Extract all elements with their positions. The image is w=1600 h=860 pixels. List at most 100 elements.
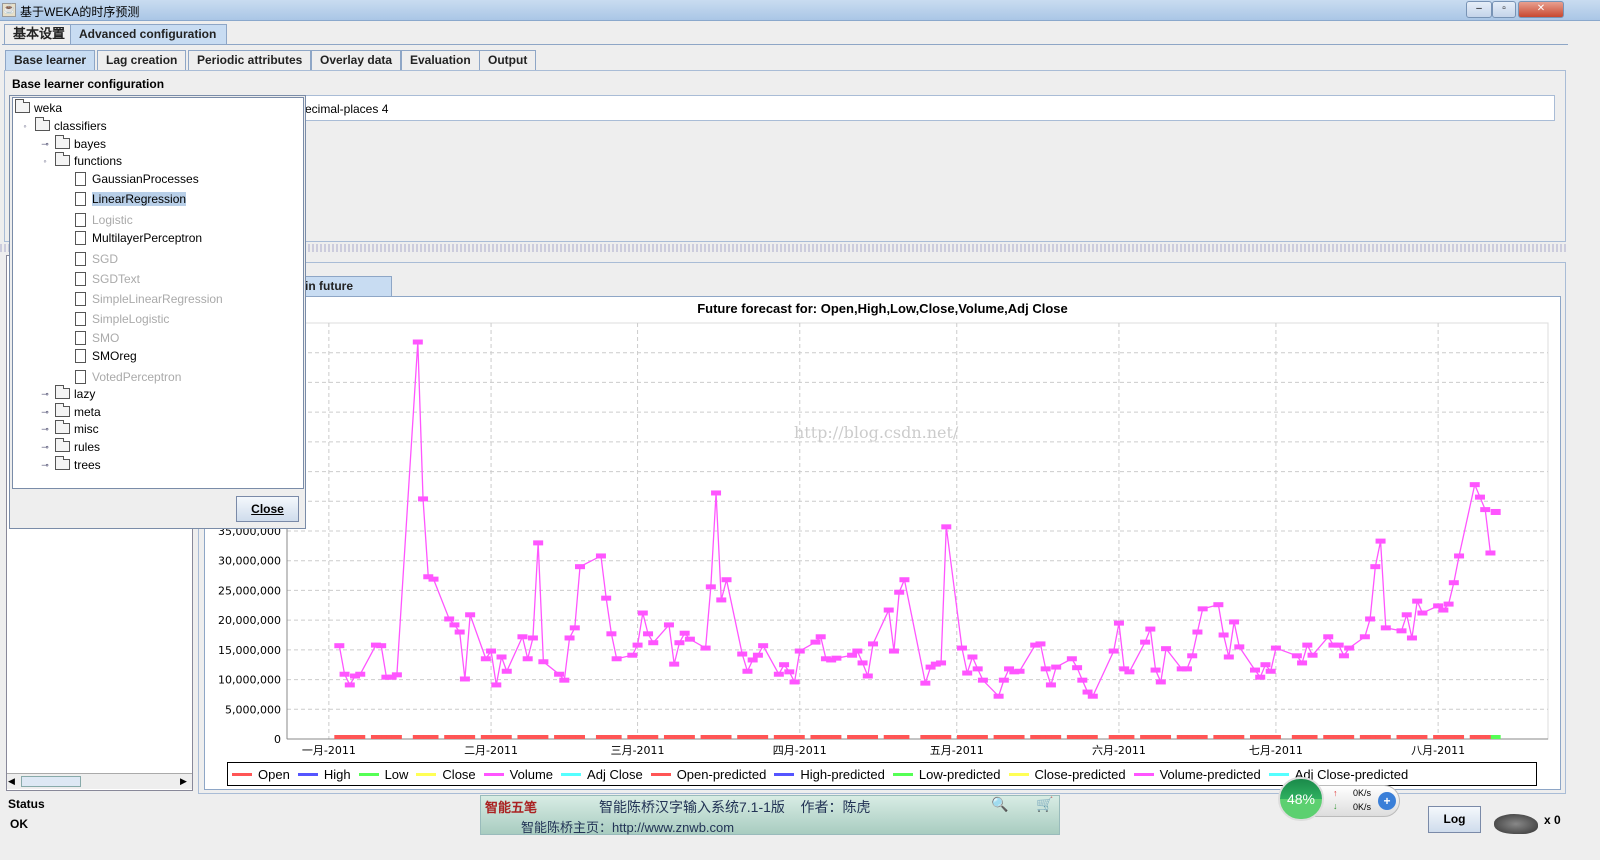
legend-label: Low: [384, 766, 409, 782]
x-tick-label: 四月-2011: [773, 744, 827, 757]
tab-base-learner[interactable]: Base learner: [5, 50, 96, 70]
add-icon[interactable]: +: [1378, 792, 1396, 810]
tree-node[interactable]: SimpleLogistic: [75, 310, 169, 328]
volume-data-point: [459, 676, 470, 682]
tab-periodic-attributes[interactable]: Periodic attributes: [188, 50, 312, 70]
open-series-marker: [538, 735, 549, 739]
tree-node[interactable]: ⊸ lazy: [41, 385, 95, 403]
file-icon: [75, 213, 86, 227]
cart-icon[interactable]: 🛒: [1036, 796, 1053, 813]
expand-icon[interactable]: ⊸: [41, 443, 49, 452]
tree-node[interactable]: GaussianProcesses: [75, 170, 199, 188]
tree-node-label: classifiers: [54, 119, 107, 133]
tab-overlay-data[interactable]: Overlay data: [311, 50, 402, 70]
maximize-button[interactable]: ▫: [1492, 1, 1516, 18]
file-icon: [75, 192, 86, 206]
search-icon[interactable]: 🔍: [991, 796, 1008, 813]
close-window-button[interactable]: ✕: [1518, 1, 1564, 18]
expand-icon[interactable]: ⊸: [41, 140, 49, 149]
tree-node[interactable]: SGD: [75, 250, 118, 268]
volume-data-point: [334, 643, 345, 649]
volume-data-point: [1333, 642, 1344, 648]
tab-lag-creation[interactable]: Lag creation: [97, 50, 187, 70]
open-series-marker: [465, 735, 476, 739]
volume-data-point: [355, 671, 366, 677]
open-series-marker: [868, 735, 879, 739]
open-series-marker: [1197, 735, 1208, 739]
ime-toolbar[interactable]: 智能五笔 智能陈桥汉字输入系统7.1-1版 作者：陈虎 智能陈桥主页：http:…: [480, 795, 1060, 835]
tree-node[interactable]: LinearRegression: [75, 190, 187, 208]
tab-basic-settings[interactable]: 基本设置: [4, 24, 75, 44]
volume-data-point: [956, 645, 967, 651]
volume-data-point: [1485, 550, 1496, 556]
tree-node[interactable]: VotedPerceptron: [75, 368, 181, 386]
upload-speed: 0K/s: [1353, 788, 1372, 798]
volume-data-point: [1474, 494, 1485, 500]
legend-swatch: [561, 772, 582, 776]
volume-data-point: [669, 661, 680, 667]
folder-icon: [55, 456, 70, 470]
memory-percent-gauge[interactable]: 48%: [1278, 777, 1324, 821]
tree-node-label: weka: [34, 101, 63, 115]
scroll-left-icon[interactable]: ◀: [8, 776, 15, 787]
open-series-marker: [831, 735, 842, 739]
expand-icon[interactable]: ⊸: [41, 461, 49, 470]
y-tick-label: 15,000,000: [218, 644, 281, 657]
tree-node[interactable]: ⊸ rules: [41, 438, 100, 456]
horizontal-scrollbar[interactable]: ◀ ▶: [7, 773, 192, 789]
volume-data-point: [810, 639, 821, 645]
volume-data-point: [1438, 607, 1449, 613]
tree-node[interactable]: SMO: [75, 329, 119, 347]
tree-node[interactable]: ⊸ trees: [41, 456, 101, 474]
volume-data-point: [742, 668, 753, 674]
tree-node[interactable]: ◦ classifiers: [23, 117, 107, 135]
open-series-marker: [501, 735, 512, 739]
volume-data-point: [972, 666, 983, 672]
volume-data-point: [480, 656, 491, 662]
volume-data-point: [1124, 669, 1135, 675]
file-icon: [75, 331, 86, 345]
tree-node[interactable]: SGDText: [75, 270, 140, 288]
volume-data-point: [1480, 507, 1491, 513]
minimize-button[interactable]: ‒: [1466, 1, 1492, 18]
tree-node[interactable]: ⊸ misc: [41, 420, 99, 438]
tree-node[interactable]: ◦ functions: [43, 152, 123, 170]
tree-node[interactable]: weka: [15, 99, 62, 117]
tree-node-label: bayes: [74, 137, 107, 151]
tree-node[interactable]: SimpleLinearRegression: [75, 290, 223, 308]
volume-data-point: [344, 682, 355, 688]
learner-config-field[interactable]: ecimal-places 4: [300, 95, 1555, 121]
y-tick-label: 10,000,000: [218, 674, 281, 687]
volume-data-point: [794, 648, 805, 654]
collapse-icon[interactable]: ◦: [41, 157, 49, 166]
scrollbar-thumb[interactable]: [21, 776, 81, 787]
tab-future-predictions[interactable]: in future pred.: [296, 276, 392, 311]
tab-advanced-configuration[interactable]: Advanced configuration: [70, 24, 227, 44]
volume-data-point: [1396, 628, 1407, 634]
volume-data-point: [1249, 667, 1260, 673]
open-series-marker: [1417, 735, 1428, 739]
scroll-right-icon[interactable]: ▶: [180, 776, 187, 787]
close-button[interactable]: Close: [236, 496, 299, 522]
tab-evaluation[interactable]: Evaluation: [401, 50, 480, 70]
classifier-tree[interactable]: weka ◦ classifiers ⊸ bayes ◦ functions Gaussian…: [12, 97, 304, 489]
log-button[interactable]: Log: [1428, 806, 1481, 833]
expand-icon[interactable]: ⊸: [41, 425, 49, 434]
file-icon: [75, 231, 86, 245]
tab-output[interactable]: Output: [479, 50, 537, 70]
tree-node[interactable]: SMOreg: [75, 347, 137, 365]
expand-icon[interactable]: ⊸: [41, 408, 49, 417]
tree-node[interactable]: ⊸ meta: [41, 403, 101, 421]
volume-data-point: [637, 610, 648, 616]
expand-icon[interactable]: ⊸: [41, 390, 49, 399]
volume-data-point: [894, 589, 905, 595]
legend-item: Adj Close: [561, 767, 643, 782]
tree-node[interactable]: Logistic: [75, 211, 133, 229]
base-learner-group-title: Base learner configuration: [12, 77, 169, 91]
tree-node-label: functions: [74, 154, 123, 168]
tree-node[interactable]: MultilayerPerceptron: [75, 229, 202, 247]
tree-node[interactable]: ⊸ bayes: [41, 135, 107, 153]
volume-data-point: [936, 660, 947, 666]
collapse-icon[interactable]: ◦: [21, 122, 29, 131]
status-label: Status: [8, 797, 45, 811]
